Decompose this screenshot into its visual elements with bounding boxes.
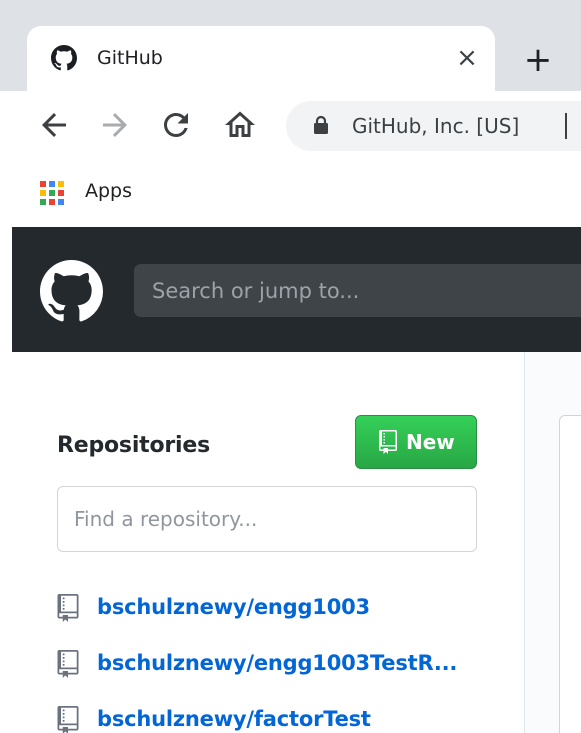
list-item: bschulznewy/factorTest (57, 702, 517, 733)
repo-icon (57, 650, 79, 678)
new-repository-button[interactable]: New (355, 415, 477, 469)
address-bar[interactable]: GitHub, Inc. [US] (286, 101, 581, 151)
repositories-sidebar: Repositories New bschulznewy/engg1003 bs… (12, 352, 524, 733)
address-separator (565, 113, 567, 139)
reload-icon[interactable] (158, 107, 194, 143)
content-card (559, 415, 581, 733)
github-header: Search or jump to... (12, 227, 581, 352)
forward-arrow-icon (103, 113, 127, 137)
repo-link[interactable]: bschulznewy/factorTest (97, 705, 371, 733)
lock-icon[interactable] (312, 115, 330, 135)
repo-icon (57, 706, 79, 733)
find-repository-input[interactable] (57, 486, 477, 552)
tab-strip: GitHub × + (0, 0, 581, 91)
repository-list: bschulznewy/engg1003 bschulznewy/engg100… (57, 590, 517, 733)
tab-github[interactable]: GitHub × (27, 26, 495, 91)
home-icon[interactable] (222, 107, 258, 143)
repo-icon (57, 594, 79, 622)
bookmarks-bar: Apps (0, 164, 581, 227)
tab-title: GitHub (97, 47, 163, 69)
tab-close-icon[interactable]: × (453, 44, 481, 72)
apps-bookmark-label[interactable]: Apps (85, 178, 132, 204)
repo-link[interactable]: bschulznewy/engg1003 (97, 593, 370, 621)
back-arrow-icon[interactable] (36, 107, 72, 143)
github-octocat-icon[interactable] (40, 260, 103, 323)
list-item: bschulznewy/engg1003 (57, 590, 517, 646)
browser-toolbar: GitHub, Inc. [US] (0, 91, 581, 164)
search-placeholder: Search or jump to... (152, 279, 360, 303)
github-icon (51, 45, 77, 71)
repo-link[interactable]: bschulznewy/engg1003TestR... (97, 649, 457, 677)
site-identity-label: GitHub, Inc. [US] (352, 114, 520, 138)
new-button-label: New (406, 430, 455, 454)
apps-grid-icon[interactable] (39, 180, 65, 206)
list-item: bschulznewy/engg1003TestR... (57, 646, 517, 702)
browser-window: GitHub × + GitHub, Inc. [US] Apps Search… (0, 0, 581, 733)
new-tab-button[interactable]: + (521, 43, 555, 77)
github-search-input[interactable]: Search or jump to... (134, 264, 581, 317)
dashboard-content (524, 352, 581, 733)
repositories-heading: Repositories (57, 433, 210, 458)
repo-icon (379, 430, 397, 454)
